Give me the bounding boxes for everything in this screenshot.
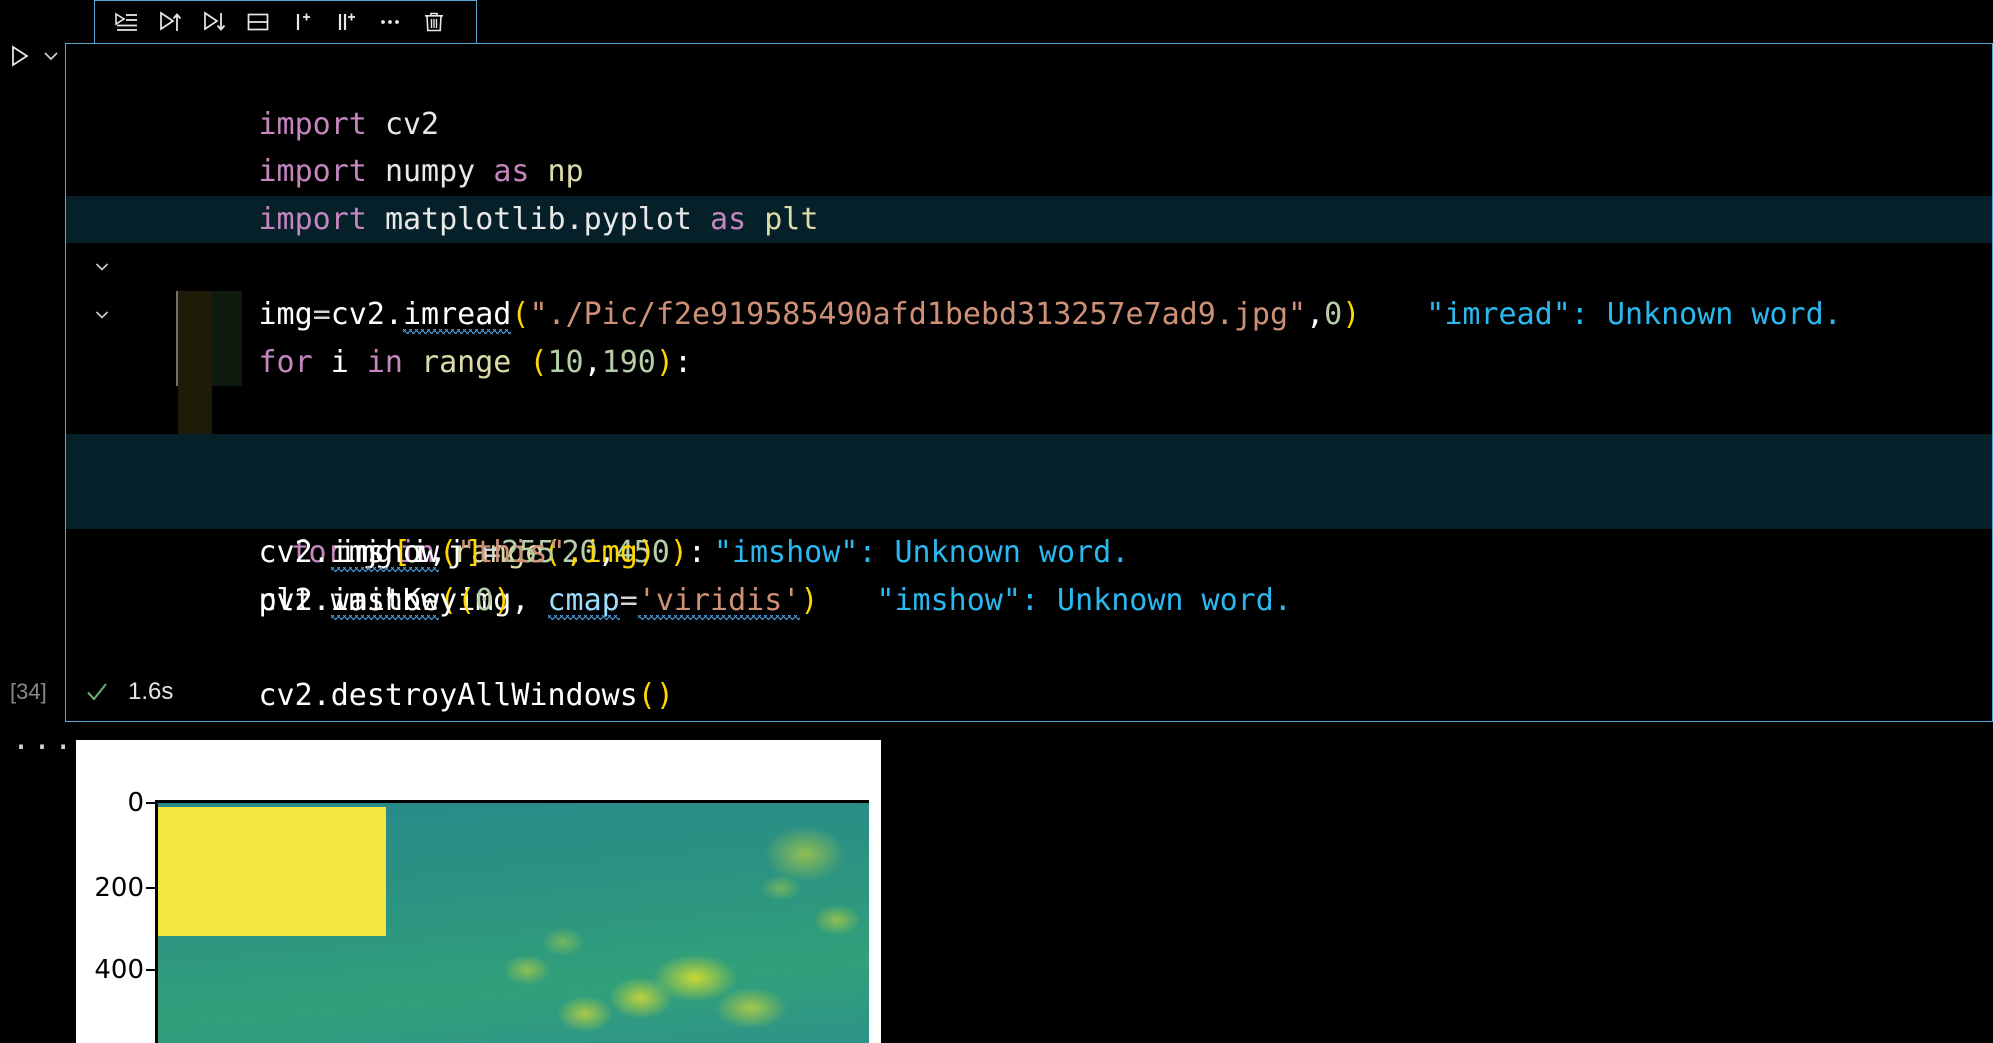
token-number-zero: 0: [1324, 296, 1343, 332]
run-above-icon[interactable]: [149, 4, 191, 40]
y-tick-mark-400: [146, 969, 155, 971]
token-paren-open-4: (: [439, 534, 458, 570]
token-alias-np: np: [547, 154, 584, 190]
token-num-190: 190: [601, 344, 656, 380]
token-range-args-i: ((10,190):: [529, 344, 548, 380]
token-paren-close-6: ): [493, 582, 512, 618]
run-by-line-icon[interactable]: [105, 4, 147, 40]
indent-block-1b: [178, 338, 212, 387]
token-string-viridis: 'viridis': [637, 582, 801, 618]
fold-chevron-outer-loop[interactable]: [91, 243, 113, 291]
token-function-destroyallwindows: destroyAllWindows: [330, 677, 638, 713]
cell-toolbar: [94, 0, 477, 44]
add-code-cell-icon[interactable]: [325, 4, 367, 40]
token-function-imshow: imshow: [330, 534, 440, 570]
y-tick-mark-0: [146, 802, 155, 804]
y-tick-label-400: 400: [94, 955, 144, 985]
execution-duration: 1.6s: [128, 678, 174, 705]
token-variable-img: img: [258, 296, 313, 332]
success-check-icon: [84, 679, 110, 705]
run-cell-button[interactable]: [6, 42, 34, 70]
token-operator-assign: =: [312, 296, 331, 332]
token-module-cv2: cv2: [384, 106, 440, 142]
token-module-cv2-dot: cv2.: [330, 296, 403, 332]
indent-guide-1: [176, 290, 178, 339]
code-line[interactable]: plt.imshow(img, cmap='viridis') "imshow":…: [66, 481, 1992, 618]
indent-block-1: [178, 290, 212, 339]
token-num-10: 10: [547, 344, 584, 380]
line-highlight-band-3: [66, 481, 1992, 529]
spellcheck-hint-imshow-cv2: "imshow": Unknown word.: [713, 534, 1130, 570]
token-paren-close-2: ): [655, 344, 674, 380]
token-variable-i: i: [330, 344, 349, 380]
line-highlight-band-2: [66, 433, 1992, 482]
token-comma: ,: [1306, 296, 1325, 332]
token-module-numpy: numpy: [384, 154, 476, 190]
token-arg-img: ,img): [565, 534, 656, 570]
execution-count: [34]: [10, 679, 47, 704]
chevron-down-icon[interactable]: [40, 45, 62, 67]
plot-output[interactable]: 0 200 400: [76, 740, 881, 1043]
add-markdown-cell-icon[interactable]: [281, 4, 323, 40]
heatmap-image: [155, 802, 869, 1043]
token-kwarg-cmap: cmap: [547, 582, 620, 618]
token-num-0: 0: [475, 582, 494, 618]
token-keyword-import: import: [258, 201, 367, 237]
token-module-cv2-dot-3: cv2.: [258, 582, 331, 618]
code-line[interactable]: cv2.imshow("this",img) "imshow": Unknown …: [66, 433, 1992, 570]
fold-chevron-inner-loop[interactable]: [91, 291, 113, 339]
code-line[interactable]: import cv2: [66, 53, 1992, 142]
filled-rectangle-annotation: [158, 807, 386, 936]
token-keyword-in: in: [366, 344, 403, 380]
spellcheck-hint-imshow-plt: "imshow": Unknown word.: [876, 582, 1292, 618]
token-colon: :: [673, 344, 692, 380]
token-paren-open: (: [511, 296, 530, 332]
split-cell-icon[interactable]: [237, 4, 279, 40]
token-function-range: range: [421, 344, 512, 380]
axis-spine-top: [155, 800, 869, 803]
y-tick-label-0: 0: [127, 788, 144, 818]
axis-spine-left: [155, 800, 158, 1043]
token-keyword-import: import: [258, 154, 367, 190]
code-line[interactable]: [66, 386, 1992, 434]
token-operator-assign-3: =: [619, 582, 638, 618]
token-keyword-as: as: [710, 201, 747, 237]
token-module-cv2-dot-4: cv2.: [258, 677, 331, 713]
output-more-actions-icon[interactable]: ...: [12, 725, 75, 755]
token-empty-call: (): [637, 677, 674, 713]
y-tick-mark-200: [146, 887, 155, 889]
code-editor[interactable]: import cv2 import numpy as np import mat…: [66, 44, 1992, 713]
delete-cell-icon[interactable]: [413, 4, 455, 40]
y-tick-label-200: 200: [94, 873, 144, 903]
token-comma-2: ,: [583, 344, 602, 380]
spellcheck-hint-imread: "imread": Unknown word.: [1426, 296, 1842, 332]
token-module-matplotlib: matplotlib.pyplot: [384, 201, 692, 237]
token-paren-open-6: (: [457, 582, 476, 618]
token-function-imread: imread: [403, 296, 512, 332]
token-module-cv2-dot-2: cv2.: [258, 534, 331, 570]
indent-block-1c: [178, 386, 212, 434]
cell-run-gutter: [6, 36, 66, 76]
more-actions-icon[interactable]: [369, 4, 411, 40]
notebook-editor: import cv2 import numpy as np import mat…: [0, 0, 1993, 1043]
token-function-waitkey: waitKey: [330, 582, 458, 618]
run-below-icon[interactable]: [193, 4, 235, 40]
indent-guide-1b: [176, 338, 178, 387]
token-string-this: "this": [457, 534, 566, 570]
code-cell[interactable]: import cv2 import numpy as np import mat…: [65, 43, 1993, 722]
token-keyword-import: import: [258, 106, 367, 142]
code-line[interactable]: for i in range ((10,190):10,190):: [66, 243, 1992, 380]
token-keyword-as: as: [493, 154, 530, 190]
token-string-path: "./Pic/f2e919585490afd1bebd313257e7ad9.j…: [529, 296, 1307, 332]
token-keyword-for: for: [258, 344, 313, 380]
token-alias-plt: plt: [764, 201, 819, 237]
token-paren-close-5: ): [800, 582, 819, 618]
token-paren-close: ): [1342, 296, 1361, 332]
